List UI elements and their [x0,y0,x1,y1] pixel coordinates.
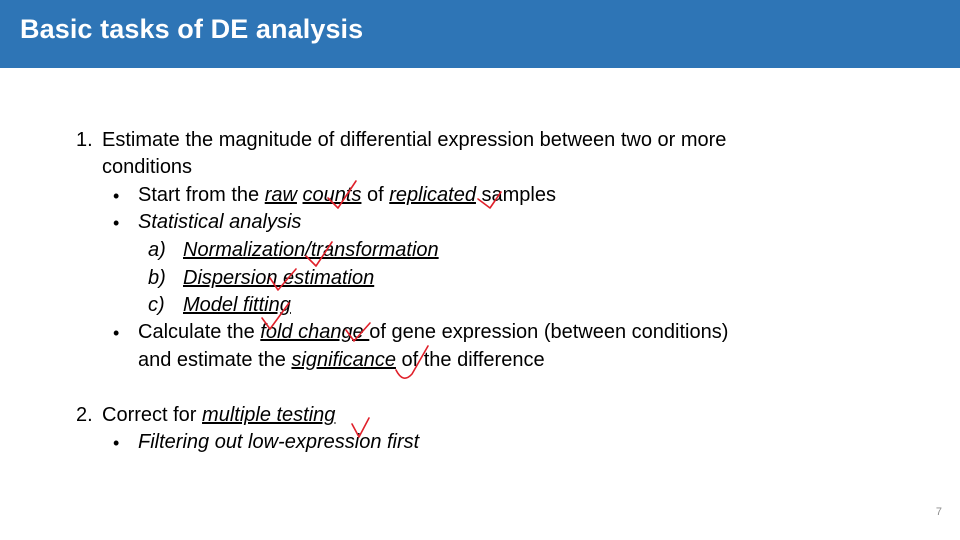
sub-a-label: a) [148,239,166,261]
bullet-raw-counts-pre: Start from the [138,184,265,206]
bullet-2: • [113,213,120,233]
item-2-text: Correct for multiple testing [102,402,335,430]
counts-term: counts [302,184,362,206]
significance-term: significance [291,349,396,371]
filtering-text: Filtering out low-expression first [138,431,420,453]
item-1-number: 1. [76,129,93,151]
sub-c-text: Model fitting [183,294,291,316]
bullet-4: • [113,433,120,453]
bullet-3: • [113,323,120,343]
fold-change-line2: and estimate the significance of the dif… [138,347,545,375]
significance-pre: and estimate the [138,349,292,371]
bullet-raw-counts-post: samples [475,184,556,206]
raw-term: raw [264,184,297,206]
page-number: 7 [935,506,942,518]
sub-b-text: Dispersion estimation [183,267,375,289]
item-2-pre: Correct for [102,404,203,426]
fold-change-term: fold change [260,321,370,343]
slide-content: 1. Estimate the magnitude of differentia… [0,0,960,540]
bullet-1: • [113,186,120,206]
sub-b-label: b) [148,267,166,289]
item-1-text-line2: conditions [102,156,193,178]
fold-change-post: of gene expression (between conditions) [369,321,729,343]
significance-post: of the difference [395,349,545,371]
replicated-term: replicated [389,184,476,206]
multiple-testing-term: multiple testing [202,404,336,426]
bullet-raw-counts-mid: of [361,184,390,206]
sub-a-text: Normalization/transformation [183,239,439,261]
sub-c-label: c) [148,294,165,316]
item-2-number: 2. [76,404,93,426]
item-1-text-line1: Estimate the magnitude of differential e… [102,129,727,151]
statistical-analysis-text: Statistical analysis [138,211,302,233]
bullet-raw-counts: Start from the raw counts of replicated … [138,182,556,210]
fold-change-pre: Calculate the [138,321,261,343]
fold-change-line1: Calculate the fold change of gene expres… [138,319,728,347]
